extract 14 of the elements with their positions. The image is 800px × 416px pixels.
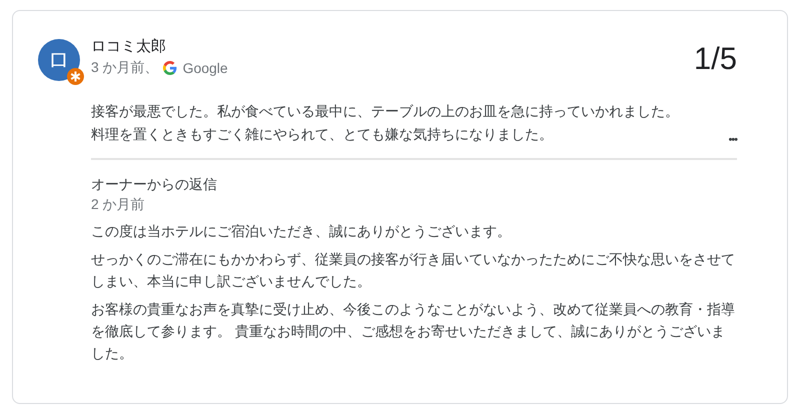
author-name: ロコミ太郎: [91, 37, 167, 56]
reply-text: お客様の貴重なお声を真摯に受け止め、今後このようなことがないよう、改めて従業員への教育・指導を徹底して参ります。 貴重なお時間の中、ご感想をお寄せいただきまして、誠にありがとうございました。: [91, 300, 736, 363]
more-button[interactable]: •••: [728, 134, 737, 146]
review-text: 接客が最悪でした。私が食べている最中に、テーブルの上のお皿を急に持っていかれました。: [91, 102, 680, 121]
reply-text: この度は当ホテルにご宿泊いただき、誠にありがとうございます。: [91, 222, 512, 241]
review-time: 3 か月前、: [91, 59, 159, 77]
reply-time: 2 か月前: [91, 195, 146, 214]
google-icon: [162, 61, 177, 75]
badge-icon: [67, 68, 84, 85]
reply-text: せっかくのご滞在にもかかわらず、従業員の接客が行き届いていなかったためにご不快な思いをさせてしまい、本当に申し訳ございませんでした。: [91, 250, 736, 291]
review-text: 料理を置くときもすごく雑にやられて、とても嫌な気持ちになりました。: [91, 125, 554, 144]
review-source: Google: [182, 60, 228, 76]
rating: 1/5: [694, 41, 737, 77]
reply-title: オーナーからの返信: [91, 175, 218, 194]
